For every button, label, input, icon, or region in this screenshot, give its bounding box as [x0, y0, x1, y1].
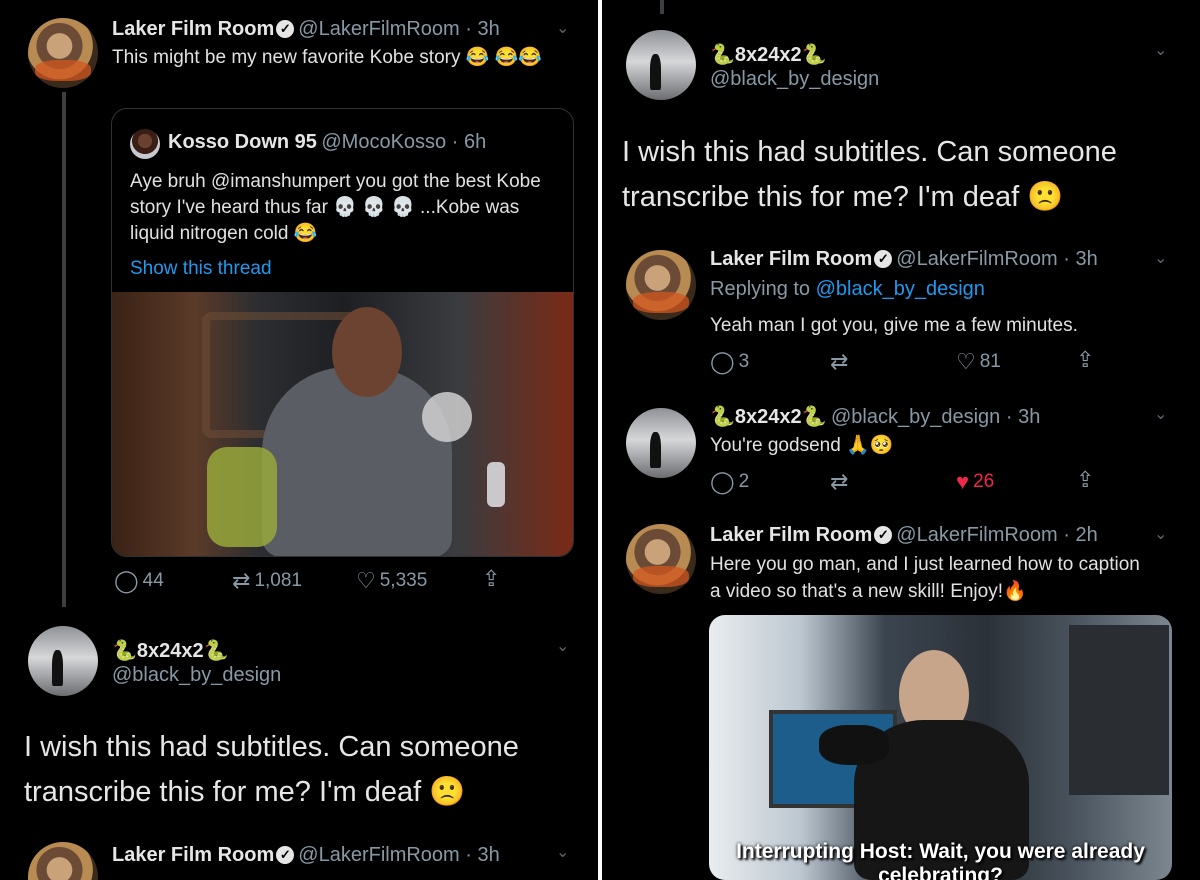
- chevron-down-icon[interactable]: ⌄: [1154, 248, 1167, 268]
- replying-to-handle[interactable]: @black_by_design: [816, 278, 985, 300]
- share-icon: ⇪: [1076, 467, 1095, 492]
- tweet-text: Here you go man, and I just learned how …: [710, 554, 1140, 602]
- like-button[interactable]: ♡ 5,335: [356, 568, 427, 594]
- show-thread-link[interactable]: Show this thread: [130, 255, 272, 282]
- verified-badge-icon: ✓: [276, 846, 295, 864]
- tweet-header: 🐍8x24x2🐍 @black_by_design · 3h: [710, 404, 1150, 429]
- avatar[interactable]: [626, 524, 696, 594]
- author-name[interactable]: 🐍8x24x2🐍: [112, 638, 229, 663]
- quoted-text: Aye bruh @imanshumpert you got the best …: [130, 171, 541, 244]
- right-panel: 🐍8x24x2🐍 @black_by_design ⌄ I wish this …: [602, 0, 1200, 880]
- reply-button[interactable]: ◯ 2: [710, 469, 749, 495]
- avatar[interactable]: [626, 30, 696, 100]
- share-button[interactable]: ⇪: [1076, 467, 1098, 493]
- chevron-down-icon[interactable]: ⌄: [1154, 524, 1167, 544]
- author-name[interactable]: Laker Film Room: [112, 844, 274, 866]
- tweet-text: You're godsend 🙏🥺: [710, 435, 894, 456]
- like-button[interactable]: ♡ 81: [956, 349, 1001, 375]
- quoted-tweet[interactable]: Kosso Down 95 @MocoKosso · 6h Aye bruh @…: [111, 108, 574, 557]
- video-player[interactable]: Interrupting Host: Wait, you were alread…: [709, 615, 1172, 880]
- avatar[interactable]: [626, 250, 696, 320]
- equipment-rack: [1069, 625, 1169, 795]
- author-name[interactable]: 🐍8x24x2🐍: [710, 42, 827, 67]
- tweet-header: Laker Film Room ✓ @LakerFilmRoom · 3h: [710, 248, 1140, 271]
- thread-line: [660, 0, 664, 14]
- verified-badge-icon: ✓: [874, 526, 893, 544]
- avatar[interactable]: [28, 18, 98, 88]
- tweet-header: Laker Film Room ✓ @LakerFilmRoom · 3h: [112, 18, 542, 46]
- chevron-down-icon[interactable]: ⌄: [1154, 40, 1167, 60]
- author-name[interactable]: Laker Film Room: [710, 524, 872, 546]
- tweet-text: This might be my new favorite Kobe story…: [112, 47, 543, 68]
- video-caption: Interrupting Host: Wait, you were alread…: [736, 840, 1145, 880]
- chevron-down-icon[interactable]: ⌄: [556, 636, 569, 656]
- avatar[interactable]: [28, 626, 98, 696]
- author-name[interactable]: Laker Film Room: [112, 18, 274, 40]
- avatar: [130, 129, 160, 159]
- tweet-header: Laker Film Room ✓ @LakerFilmRoom · 2h: [710, 524, 1140, 547]
- author-handle[interactable]: @LakerFilmRoom · 2h: [896, 524, 1097, 546]
- retweet-button[interactable]: ⇄: [830, 349, 852, 375]
- thread-line: [62, 92, 66, 607]
- like-button[interactable]: ♥ 26: [956, 469, 994, 495]
- heart-icon: ♡: [356, 568, 376, 593]
- retweet-icon: ⇄: [830, 469, 849, 494]
- author-handle[interactable]: @LakerFilmRoom · 3h: [896, 248, 1097, 270]
- chevron-down-icon[interactable]: ⌄: [1154, 404, 1167, 424]
- replying-to: Replying to @black_by_design: [710, 278, 985, 300]
- reply-icon: ◯: [710, 469, 735, 494]
- video-thumbnail[interactable]: [112, 292, 573, 556]
- tweet-text: I wish this had subtitles. Can someone t…: [24, 731, 519, 808]
- tweet-header: Laker Film Room ✓ @LakerFilmRoom · 3h: [112, 844, 542, 867]
- reply-icon: ◯: [710, 349, 735, 374]
- author-name[interactable]: 🐍8x24x2🐍: [710, 406, 827, 428]
- tweet-text: I wish this had subtitles. Can someone t…: [622, 136, 1117, 213]
- chevron-down-icon[interactable]: ⌄: [556, 842, 569, 862]
- verified-badge-icon: ✓: [874, 250, 893, 268]
- share-button[interactable]: ⇪: [1076, 347, 1098, 373]
- author-name[interactable]: Laker Film Room: [710, 248, 872, 270]
- person-figure: [262, 367, 452, 556]
- chevron-down-icon[interactable]: ⌄: [556, 18, 569, 38]
- retweet-icon: ⇄: [232, 568, 251, 593]
- heart-icon: ♡: [956, 349, 976, 374]
- left-panel: Laker Film Room ✓ @LakerFilmRoom · 3h ⌄ Th…: [0, 0, 598, 880]
- microphone: [422, 392, 472, 442]
- share-icon: ⇪: [1076, 347, 1095, 372]
- avatar[interactable]: [626, 408, 696, 478]
- author-handle[interactable]: @LakerFilmRoom · 3h: [298, 18, 499, 40]
- heart-icon: ♥: [956, 469, 970, 494]
- verified-badge-icon: ✓: [276, 20, 295, 38]
- author-handle: @MocoKosso · 6h: [321, 131, 487, 153]
- retweet-button[interactable]: ⇄ 1,081: [232, 568, 302, 594]
- reply-button[interactable]: ◯ 44: [114, 568, 164, 594]
- share-icon: ⇪: [482, 566, 501, 591]
- tweet-text: Yeah man I got you, give me a few minute…: [710, 315, 1078, 336]
- retweet-button[interactable]: ⇄: [830, 469, 852, 495]
- author-handle[interactable]: @LakerFilmRoom · 3h: [298, 844, 499, 866]
- quoted-header: Kosso Down 95 @MocoKosso · 6h: [168, 131, 568, 154]
- author-name: Kosso Down 95: [168, 131, 317, 153]
- share-button[interactable]: ⇪: [482, 566, 504, 592]
- author-handle[interactable]: @black_by_design: [112, 664, 281, 687]
- author-handle[interactable]: @black_by_design · 3h: [831, 406, 1040, 428]
- avatar[interactable]: [28, 842, 98, 880]
- microphone: [819, 725, 889, 765]
- water-bottle: [487, 462, 505, 507]
- reply-icon: ◯: [114, 568, 139, 593]
- reply-button[interactable]: ◯ 3: [710, 349, 749, 375]
- author-handle[interactable]: @black_by_design: [710, 68, 879, 91]
- retweet-icon: ⇄: [830, 349, 849, 374]
